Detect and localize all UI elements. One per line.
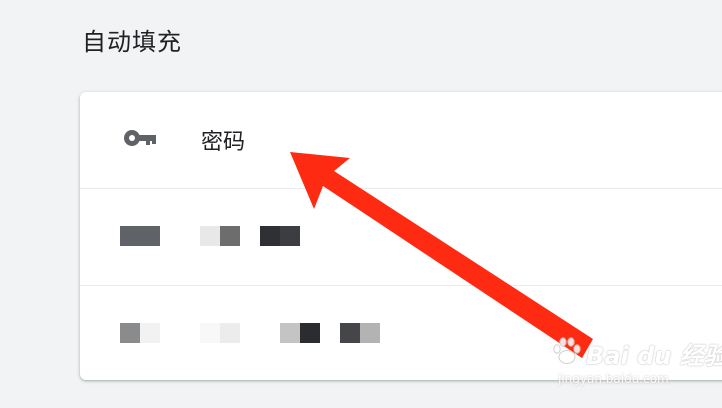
pixelated-label-block <box>340 323 360 343</box>
passwords-row[interactable]: 密码 <box>80 92 722 189</box>
key-icon <box>124 130 156 146</box>
watermark-main-text: Bai du 经验 <box>586 342 722 370</box>
pixelated-label-block <box>200 323 220 343</box>
pixelated-icon <box>120 226 160 246</box>
baidu-jingyan-watermark: Bai du 经验 jingyan.baidu.com <box>546 330 722 390</box>
pixelated-label-block <box>200 226 220 246</box>
pixelated-label-block <box>280 226 300 246</box>
pixelated-icon <box>120 323 140 343</box>
pixelated-label-block <box>280 323 300 343</box>
payment-methods-row[interactable] <box>80 189 722 286</box>
pixelated-label-block <box>360 323 380 343</box>
watermark-url: jingyan.baidu.com <box>558 372 669 386</box>
passwords-label: 密码 <box>201 130 246 155</box>
pixelated-label-block <box>300 323 320 343</box>
pixelated-icon <box>140 323 160 343</box>
pixelated-label-block <box>260 226 280 246</box>
pixelated-label-block <box>220 323 240 343</box>
pixelated-label-block <box>220 226 240 246</box>
paw-logo-icon <box>553 337 581 364</box>
autofill-section-title: 自动填充 <box>82 28 182 56</box>
